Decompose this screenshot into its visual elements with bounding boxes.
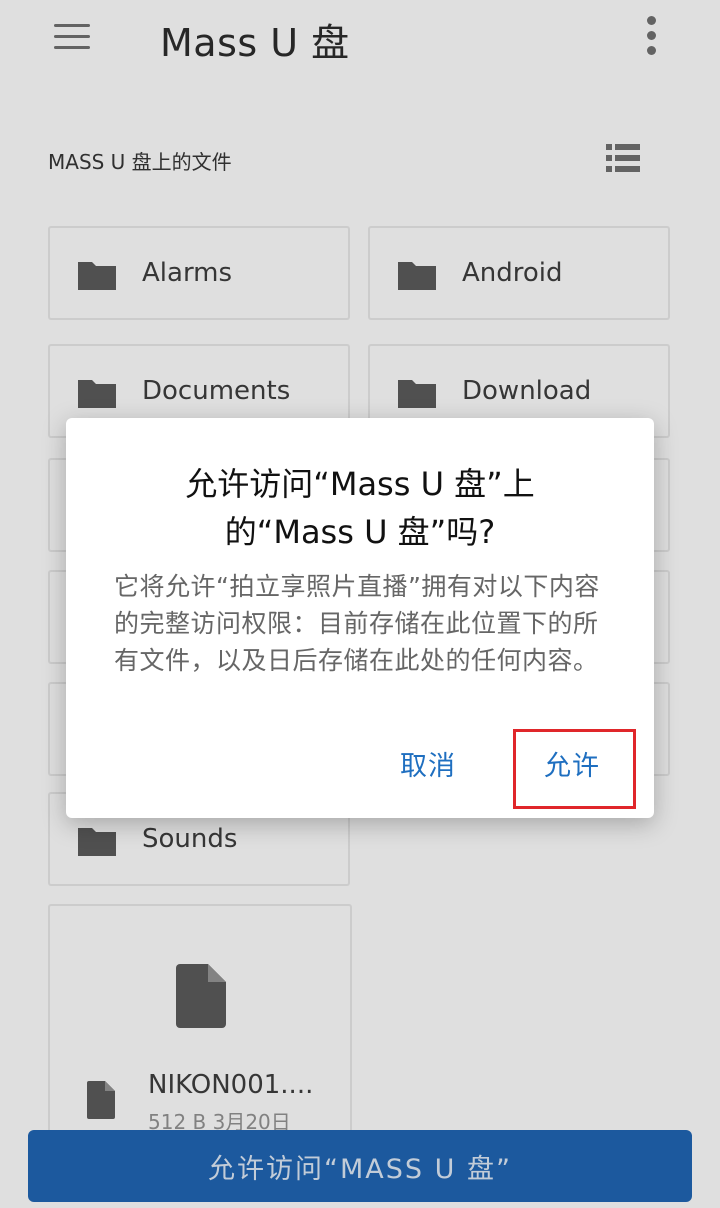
files-page: Mass U 盘 MASS U 盘上的文件 Alarms Android Doc… bbox=[0, 0, 720, 1208]
dialog-message: 它将允许“拍立享照片直播”拥有对以下内容的完整访问权限：目前存储在此位置下的所有… bbox=[114, 572, 600, 675]
dialog-title: 允许访问“Mass U 盘”上 的“Mass U 盘”吗? bbox=[106, 460, 614, 556]
cancel-button[interactable]: 取消 bbox=[400, 744, 456, 783]
dialog-title-line-2: 的“Mass U 盘”吗? bbox=[224, 513, 496, 551]
allow-button-highlight bbox=[513, 729, 636, 809]
dialog-title-line-1: 允许访问“Mass U 盘”上 bbox=[185, 465, 535, 503]
